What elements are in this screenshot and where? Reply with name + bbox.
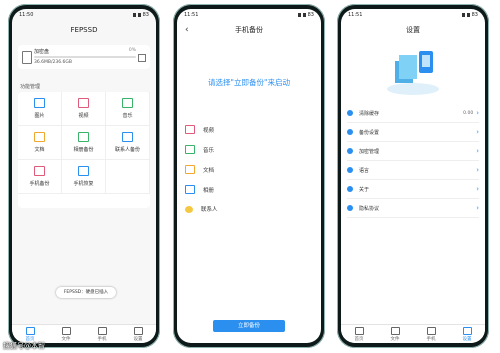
status-time: 11:51	[184, 12, 199, 18]
status-icons: 83	[297, 12, 314, 18]
chevron-right-icon: ›	[476, 109, 479, 117]
grid-item-docs[interactable]: 文档	[18, 126, 62, 160]
folder-icon	[61, 326, 71, 335]
function-grid: 图片 视频 音乐 文档 相册备份 联系人备份 手机备份 手机恢复	[18, 92, 150, 208]
grid-item-music[interactable]: 音乐	[106, 92, 150, 126]
storage-progress	[34, 56, 136, 58]
bottom-nav: 首页 文件 手机 设置	[341, 324, 485, 343]
page-title: FEPSSD	[70, 26, 98, 34]
page-title: 手机备份	[235, 26, 263, 34]
storage-card[interactable]: 加密盘 0% 36.6MB/236.6GB	[18, 45, 150, 69]
storage-percent: 0%	[128, 48, 136, 53]
nav-phone[interactable]: 手机	[84, 325, 120, 343]
grid-item-contacts-backup[interactable]: 联系人备份	[106, 126, 150, 160]
chevron-right-icon: ›	[476, 128, 479, 136]
watermark: 搜狐号@本智	[3, 342, 45, 350]
backup-screen: 11:51 83 ‹ 手机备份 请选择"立即备份"来启动 视频 音乐 文档 相册…	[177, 9, 321, 343]
backup-item-docs[interactable]: 文档	[185, 165, 214, 174]
status-icons: 83	[461, 12, 478, 18]
status-time: 11:50	[19, 12, 34, 18]
image-icon	[34, 98, 45, 108]
document-icon	[185, 165, 195, 174]
gear-icon	[462, 326, 472, 335]
phone-backup-icon	[34, 166, 45, 176]
status-bar: 11:51 83	[341, 9, 485, 21]
grid-item-phone-restore[interactable]: 手机恢复	[62, 160, 106, 194]
home-icon	[25, 326, 35, 335]
status-time: 11:51	[348, 12, 363, 18]
language-icon	[347, 167, 353, 173]
settings-item-privacy[interactable]: 隐私协议 ›	[347, 199, 479, 218]
nav-files[interactable]: 文件	[377, 325, 413, 343]
backup-prompt: 请选择"立即备份"来启动	[208, 78, 290, 87]
page-title: 设置	[406, 26, 420, 34]
grid-item-album-backup[interactable]: 相册备份	[62, 126, 106, 160]
grid-item-videos[interactable]: 视频	[62, 92, 106, 126]
music-icon	[185, 145, 195, 154]
battery-level: 83	[142, 12, 149, 18]
contacts-icon	[185, 205, 193, 213]
battery-level: 83	[471, 12, 478, 18]
disk-icon	[22, 51, 32, 64]
cache-size: 0.00	[463, 110, 474, 116]
album-icon	[78, 132, 89, 142]
backup-item-album[interactable]: 相册	[185, 185, 214, 194]
phone-home: 11:50 83 FEPSSD 加密盘 0% 36.6MB/236.6GB 功能…	[8, 4, 160, 348]
home-screen: 11:50 83 FEPSSD 加密盘 0% 36.6MB/236.6GB 功能…	[12, 9, 156, 343]
trash-icon	[347, 110, 353, 116]
document-icon	[34, 132, 45, 142]
nav-settings[interactable]: 设置	[120, 325, 156, 343]
settings-item-encryption[interactable]: 加密管理 ›	[347, 142, 479, 161]
status-icons: 83	[132, 12, 149, 18]
album-icon	[185, 185, 195, 194]
settings-item-clear-cache[interactable]: 清除缓存 0.00 ›	[347, 104, 479, 123]
status-bar: 11:50 83	[12, 9, 156, 21]
grid-item-images[interactable]: 图片	[18, 92, 62, 126]
phone-backup: 11:51 83 ‹ 手机备份 请选择"立即备份"来启动 视频 音乐 文档 相册…	[173, 4, 325, 348]
backup-now-button[interactable]: 立即备份	[213, 320, 285, 332]
phone-icon	[426, 326, 436, 335]
video-icon	[78, 98, 89, 108]
nav-settings[interactable]: 设置	[449, 325, 485, 343]
chevron-right-icon: ›	[476, 147, 479, 155]
contacts-icon	[122, 132, 133, 142]
status-bar: 11:51 83	[177, 9, 321, 21]
music-icon	[122, 98, 133, 108]
phone-restore-icon	[78, 166, 89, 176]
storage-used: 36.6MB/236.6GB	[34, 60, 72, 65]
shield-icon	[347, 205, 353, 211]
gear-icon	[133, 326, 143, 335]
phone-settings: 11:51 83 设置 清除缓存 0.00 › 备份设置 › 加密管理 › 语言 › 关于…	[337, 4, 489, 348]
chevron-right-icon: ›	[476, 185, 479, 193]
chevron-right-icon: ›	[476, 166, 479, 174]
settings-item-about[interactable]: 关于 ›	[347, 180, 479, 199]
chevron-right-icon: ›	[476, 204, 479, 212]
video-icon	[185, 125, 195, 134]
battery-level: 83	[307, 12, 314, 18]
settings-item-language[interactable]: 语言 ›	[347, 161, 479, 180]
grid-empty-cell	[106, 160, 150, 194]
backup-item-music[interactable]: 音乐	[185, 145, 214, 154]
phone-icon	[97, 326, 107, 335]
backup-item-contacts[interactable]: 联系人	[185, 205, 218, 213]
nav-phone[interactable]: 手机	[413, 325, 449, 343]
storage-name: 加密盘	[34, 49, 50, 55]
backup-icon	[347, 129, 353, 135]
storage-illustration-icon	[387, 51, 439, 95]
section-title: 功能管理	[20, 84, 41, 90]
nav-files[interactable]: 文件	[48, 325, 84, 343]
backup-item-video[interactable]: 视频	[185, 125, 214, 134]
settings-item-backup[interactable]: 备份设置 ›	[347, 123, 479, 142]
settings-screen: 11:51 83 设置 清除缓存 0.00 › 备份设置 › 加密管理 › 语言 › 关于…	[341, 9, 485, 343]
toast: FEPSSD：硬盘已插入	[56, 287, 116, 298]
grid-item-phone-backup[interactable]: 手机备份	[18, 160, 62, 194]
eject-icon[interactable]	[138, 54, 146, 62]
nav-home[interactable]: 首页	[341, 325, 377, 343]
home-icon	[354, 326, 364, 335]
folder-icon	[390, 326, 400, 335]
info-icon	[347, 186, 353, 192]
lock-icon	[347, 148, 353, 154]
